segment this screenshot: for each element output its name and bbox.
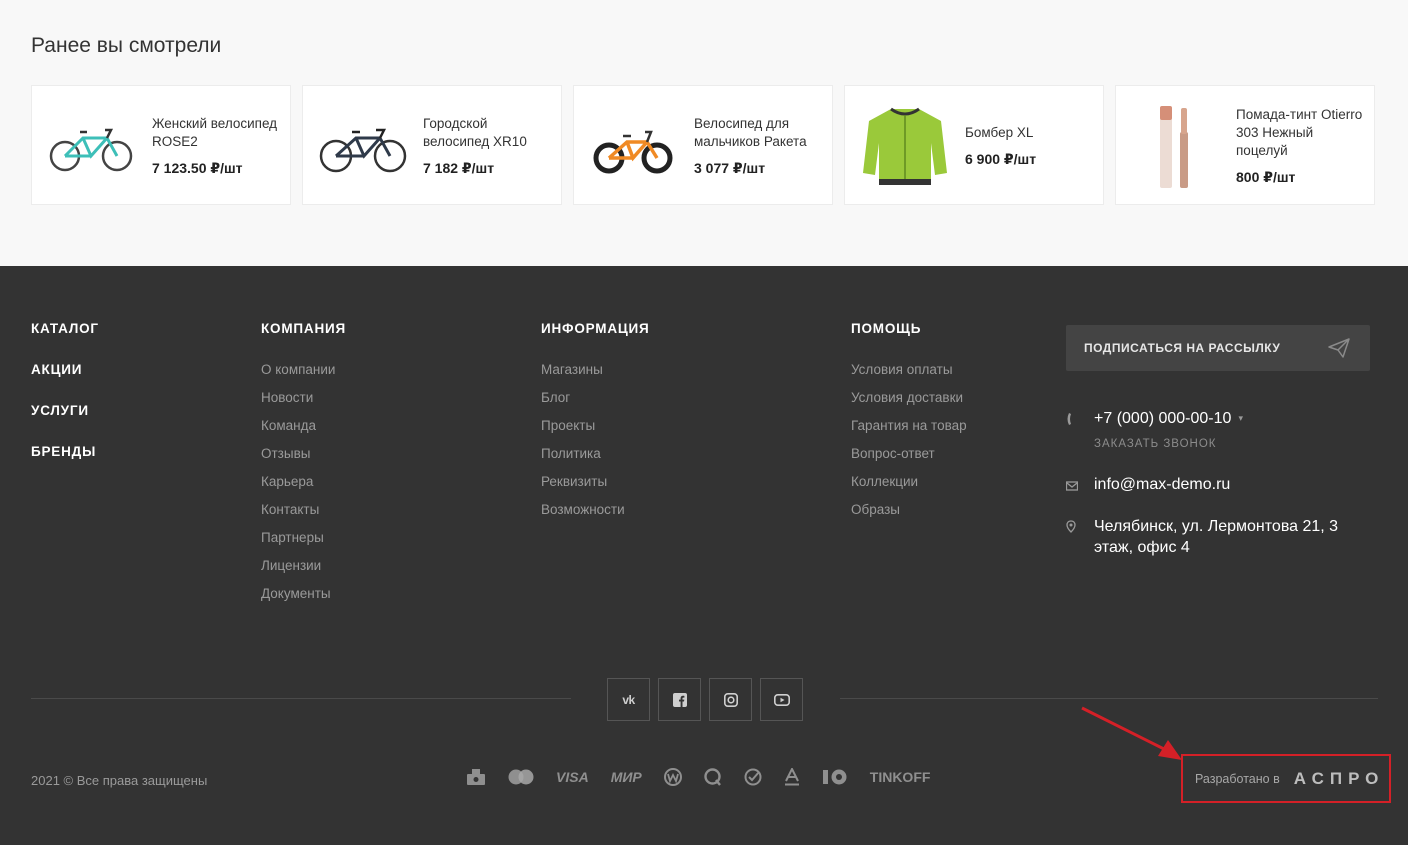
footer-company-column: КОМПАНИЯ О компании Новости Команда Отзы… [261,321,346,608]
footer-link-brands[interactable]: БРЕНДЫ [31,444,99,459]
footer-link-sales[interactable]: АКЦИИ [31,362,99,377]
vk-button[interactable]: vk [607,678,650,721]
footer-divider-left [31,698,571,699]
footer-link[interactable]: Партнеры [261,524,346,552]
developer-label: Разработано в [1195,771,1280,786]
footer-link[interactable]: О компании [261,356,346,384]
footer-link[interactable]: Отзывы [261,440,346,468]
qiwi-icon [704,768,722,786]
product-name[interactable]: Бомбер XL [965,124,1095,142]
footer-link-catalog[interactable]: КАТАЛОГ [31,321,99,336]
product-card[interactable]: Городской велосипед XR10 7 182 ₽/шт [302,85,562,205]
address-text: Челябинск, ул. Лермонтова 21, 3 этаж, оф… [1094,518,1339,556]
product-name[interactable]: Городской велосипед XR10 [423,115,553,151]
facebook-button[interactable] [658,678,701,721]
subscribe-button[interactable]: ПОДПИСАТЬСЯ НА РАССЫЛКУ [1066,325,1370,371]
product-card[interactable]: Велосипед для мальчиков Ракета 3 077 ₽/ш… [573,85,833,205]
instagram-button[interactable] [709,678,752,721]
footer-info-column: ИНФОРМАЦИЯ Магазины Блог Проекты Политик… [541,321,650,524]
footer-link-services[interactable]: УСЛУГИ [31,403,99,418]
alfabank-icon [784,768,800,786]
product-price: 7 182 ₽/шт [423,160,495,176]
footer-link[interactable]: Образы [851,496,967,524]
product-name[interactable]: Велосипед для мальчиков Ракета [694,115,824,151]
mail-icon [1065,474,1094,496]
footer-link[interactable]: Блог [541,384,650,412]
developer-brand-logo[interactable]: АСПРО [1294,769,1385,789]
yoomoney-icon [822,768,848,786]
site-footer: КАТАЛОГ АКЦИИ УСЛУГИ БРЕНДЫ КОМПАНИЯ О к… [0,266,1408,845]
mir-logo: МИР [610,769,642,785]
vk-icon: vk [622,692,635,707]
product-card[interactable]: Помада-тинт Otierro 303 Нежный поцелуй 8… [1115,85,1375,205]
phone-row: +7 (000) 000-00-10 ▾ [1066,408,1243,431]
footer-link[interactable]: Условия доставки [851,384,967,412]
product-image-bicycle[interactable] [317,104,409,188]
red-arrow-annotation [1081,706,1182,760]
copyright-text: 2021 © Все права защищены [31,773,208,788]
phone-number[interactable]: +7 (000) 000-00-10 [1094,408,1231,429]
footer-link[interactable]: Новости [261,384,346,412]
callback-link[interactable]: ЗАКАЗАТЬ ЗВОНОК [1094,438,1216,450]
recently-viewed-list: Женский велосипед ROSE2 7 123.50 ₽/шт Го… [31,85,1375,205]
product-card[interactable]: Женский велосипед ROSE2 7 123.50 ₽/шт [31,85,291,205]
footer-divider-right [840,698,1378,699]
recently-viewed-title: Ранее вы смотрели [31,34,222,57]
developer-credit[interactable]: Разработано в АСПРО [1181,754,1391,803]
chevron-down-icon[interactable]: ▾ [1238,408,1243,424]
footer-link[interactable]: Контакты [261,496,346,524]
recently-viewed-section: Ранее вы смотрели Женский велосипед ROSE… [0,0,1408,266]
product-price: 3 077 ₽/шт [694,160,766,176]
footer-link[interactable]: Вопрос-ответ [851,440,967,468]
product-image-jacket[interactable] [859,104,951,188]
product-image-lipstick[interactable] [1130,104,1222,188]
footer-help-heading[interactable]: ПОМОЩЬ [851,321,967,336]
subscribe-label: ПОДПИСАТЬСЯ НА РАССЫЛКУ [1084,341,1281,355]
footer-link[interactable]: Проекты [541,412,650,440]
paper-plane-icon [1328,338,1350,358]
instagram-icon [723,692,738,707]
footer-link[interactable]: Реквизиты [541,468,650,496]
tinkoff-logo: TINKOFF [869,769,931,785]
social-links: vk [607,678,803,721]
footer-link[interactable]: Команда [261,412,346,440]
location-pin-icon [1066,516,1094,538]
product-name[interactable]: Женский велосипед ROSE2 [152,115,282,151]
cash-icon [466,768,486,786]
payment-methods: VISA МИР TINKOFF [466,768,952,786]
footer-company-heading[interactable]: КОМПАНИЯ [261,321,346,336]
footer-link[interactable]: Документы [261,580,346,608]
footer-link[interactable]: Лицензии [261,552,346,580]
footer-catalog-column: КАТАЛОГ АКЦИИ УСЛУГИ БРЕНДЫ [31,321,99,485]
mastercard-icon [508,769,534,785]
youtube-icon [773,693,790,706]
product-image-kids-bicycle[interactable] [588,104,680,188]
footer-link[interactable]: Политика [541,440,650,468]
product-name[interactable]: Помада-тинт Otierro 303 Нежный поцелуй [1236,106,1366,160]
footer-link[interactable]: Гарантия на товар [851,412,967,440]
product-price: 800 ₽/шт [1236,169,1296,185]
footer-info-heading[interactable]: ИНФОРМАЦИЯ [541,321,650,336]
footer-link[interactable]: Возможности [541,496,650,524]
product-card[interactable]: Бомбер XL 6 900 ₽/шт [844,85,1104,205]
product-price: 6 900 ₽/шт [965,151,1037,167]
footer-link[interactable]: Карьера [261,468,346,496]
youtube-button[interactable] [760,678,803,721]
footer-link[interactable]: Магазины [541,356,650,384]
facebook-icon [672,692,687,707]
address-row: Челябинск, ул. Лермонтова 21, 3 этаж, оф… [1066,516,1356,558]
footer-link[interactable]: Коллекции [851,468,967,496]
webmoney-icon [663,768,682,786]
footer-link[interactable]: Условия оплаты [851,356,967,384]
phone-icon [1066,408,1094,431]
product-price: 7 123.50 ₽/шт [152,160,243,176]
email-row: info@max-demo.ru [1065,474,1230,496]
sberbank-icon [744,768,762,786]
footer-help-column: ПОМОЩЬ Условия оплаты Условия доставки Г… [851,321,967,524]
email-address[interactable]: info@max-demo.ru [1094,474,1230,495]
visa-logo: VISA [556,769,589,785]
product-image-bicycle[interactable] [46,104,138,188]
